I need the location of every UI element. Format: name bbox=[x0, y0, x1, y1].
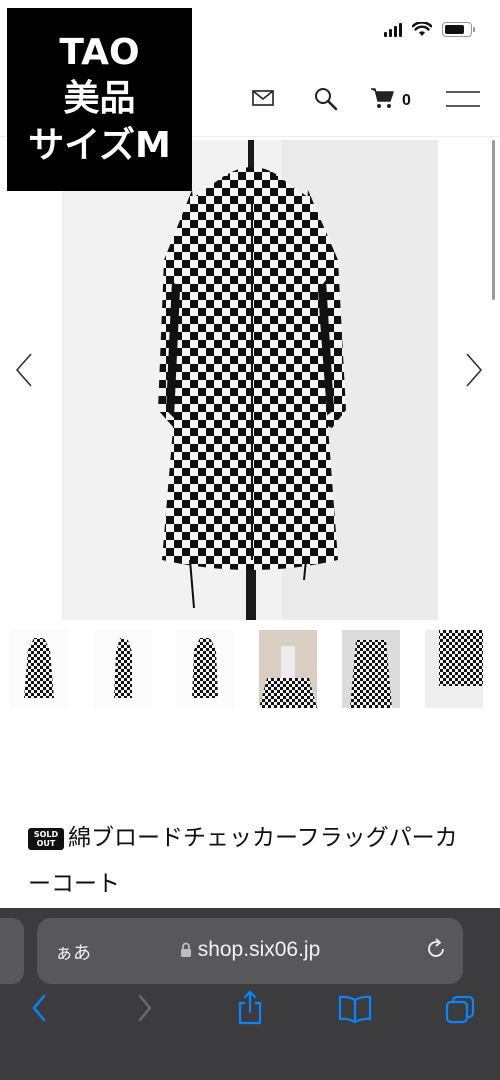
product-title-text: 綿ブロードチェッカーフラッグパーカーコート bbox=[28, 825, 458, 897]
share-icon[interactable] bbox=[236, 988, 264, 1028]
overlay-size: サイズM bbox=[28, 124, 171, 166]
cart-count: 0 bbox=[402, 92, 411, 109]
next-arrow-icon[interactable] bbox=[464, 352, 484, 388]
product-main-image[interactable] bbox=[62, 140, 438, 620]
page-scrollbar[interactable] bbox=[492, 140, 495, 300]
thumbnail-4[interactable] bbox=[259, 630, 317, 708]
tabs-icon[interactable] bbox=[444, 988, 476, 1028]
battery-level bbox=[445, 25, 465, 34]
product-title: SOLD OUT 綿ブロードチェッカーフラッグパーカーコート bbox=[28, 815, 478, 907]
browser-toolbar: ぁあ shop.six06.jp bbox=[0, 908, 500, 1080]
back-icon[interactable] bbox=[28, 988, 50, 1028]
thumbnail-1[interactable] bbox=[10, 630, 68, 708]
previous-tab-preview[interactable] bbox=[0, 918, 24, 984]
mail-icon[interactable] bbox=[252, 90, 274, 106]
url-display[interactable]: shop.six06.jp bbox=[37, 938, 463, 962]
previous-arrow-icon[interactable] bbox=[14, 352, 34, 388]
cart-icon bbox=[371, 88, 394, 108]
bookmarks-icon[interactable] bbox=[338, 988, 372, 1028]
thumbnail-5[interactable] bbox=[342, 630, 400, 708]
cart-button[interactable]: 0 bbox=[370, 86, 411, 110]
thumbnail-2[interactable] bbox=[94, 630, 152, 708]
cellular-signal-icon bbox=[384, 22, 402, 37]
wifi-icon bbox=[412, 22, 432, 36]
menu-icon[interactable] bbox=[446, 90, 480, 108]
overlay-brand: TAO bbox=[59, 32, 140, 74]
thumbnail-3[interactable] bbox=[176, 630, 234, 708]
url-text: shop.six06.jp bbox=[197, 938, 321, 961]
thumbnail-strip bbox=[0, 630, 500, 708]
forward-icon[interactable] bbox=[134, 988, 156, 1028]
status-bar bbox=[384, 22, 475, 37]
thumbnail-6[interactable] bbox=[425, 630, 483, 708]
address-bar[interactable]: ぁあ shop.six06.jp bbox=[37, 918, 463, 984]
search-icon[interactable] bbox=[314, 87, 338, 111]
listing-overlay-tag: TAO 美品 サイズM bbox=[7, 8, 192, 191]
overlay-condition: 美品 bbox=[63, 78, 136, 120]
sold-out-badge: SOLD OUT bbox=[28, 827, 64, 850]
reload-icon[interactable] bbox=[425, 938, 447, 960]
battery-icon bbox=[442, 22, 475, 37]
lock-icon bbox=[180, 942, 191, 957]
